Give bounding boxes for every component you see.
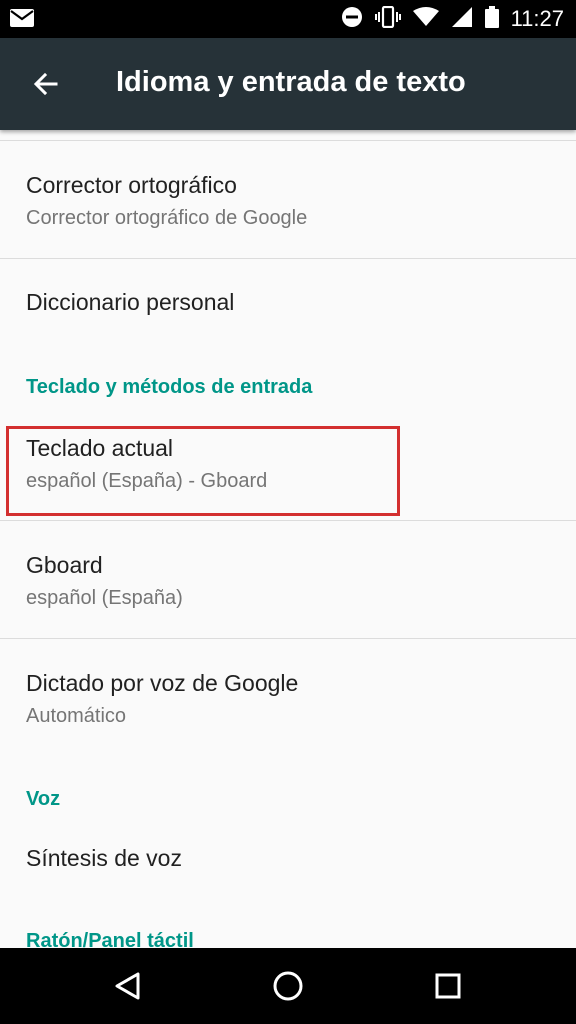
divider (0, 140, 576, 141)
item-title: Corrector ortográfico (26, 172, 237, 198)
divider (0, 638, 576, 639)
spell-checker-item[interactable]: Corrector ortográfico Corrector ortográf… (26, 172, 566, 230)
divider (0, 258, 576, 259)
clock: 11:27 (510, 6, 564, 31)
app-bar: Idioma y entrada de texto (0, 38, 576, 130)
mail-icon (10, 9, 34, 32)
personal-dictionary-item[interactable]: Diccionario personal (26, 289, 566, 316)
status-bar: 11:27 (0, 0, 576, 38)
home-circle-icon[interactable] (268, 966, 308, 1006)
item-subtitle: español (España) (26, 587, 183, 609)
page-title: Idioma y entrada de texto (116, 66, 466, 98)
item-subtitle: Automático (26, 705, 127, 727)
wifi-icon (412, 6, 439, 32)
item-title: Gboard (26, 552, 103, 578)
item-title: Diccionario personal (26, 289, 235, 315)
gboard-item[interactable]: Gboard español (España) (26, 552, 566, 610)
item-title: Síntesis de voz (26, 845, 182, 871)
signal-icon (451, 6, 473, 33)
highlight-box (6, 426, 400, 516)
section-header-mouse: Ratón/Panel táctil (26, 930, 194, 948)
battery-icon (484, 5, 499, 33)
arrow-back-icon[interactable] (30, 68, 62, 100)
divider (0, 520, 576, 521)
vibrate-icon (374, 5, 401, 33)
section-header-voice: Voz (26, 788, 61, 810)
voice-dictation-item[interactable]: Dictado por voz de Google Automático (26, 670, 566, 728)
recents-square-icon[interactable] (428, 966, 468, 1006)
back-triangle-icon[interactable] (108, 966, 148, 1006)
settings-list: Corrector ortográfico Corrector ortográf… (0, 130, 576, 948)
do-not-disturb-icon (341, 6, 363, 33)
text-to-speech-item[interactable]: Síntesis de voz (26, 845, 566, 872)
section-header-keyboards: Teclado y métodos de entrada (26, 376, 313, 398)
item-subtitle: Corrector ortográfico de Google (26, 207, 308, 229)
item-title: Dictado por voz de Google (26, 670, 299, 696)
navigation-bar (0, 948, 576, 1024)
